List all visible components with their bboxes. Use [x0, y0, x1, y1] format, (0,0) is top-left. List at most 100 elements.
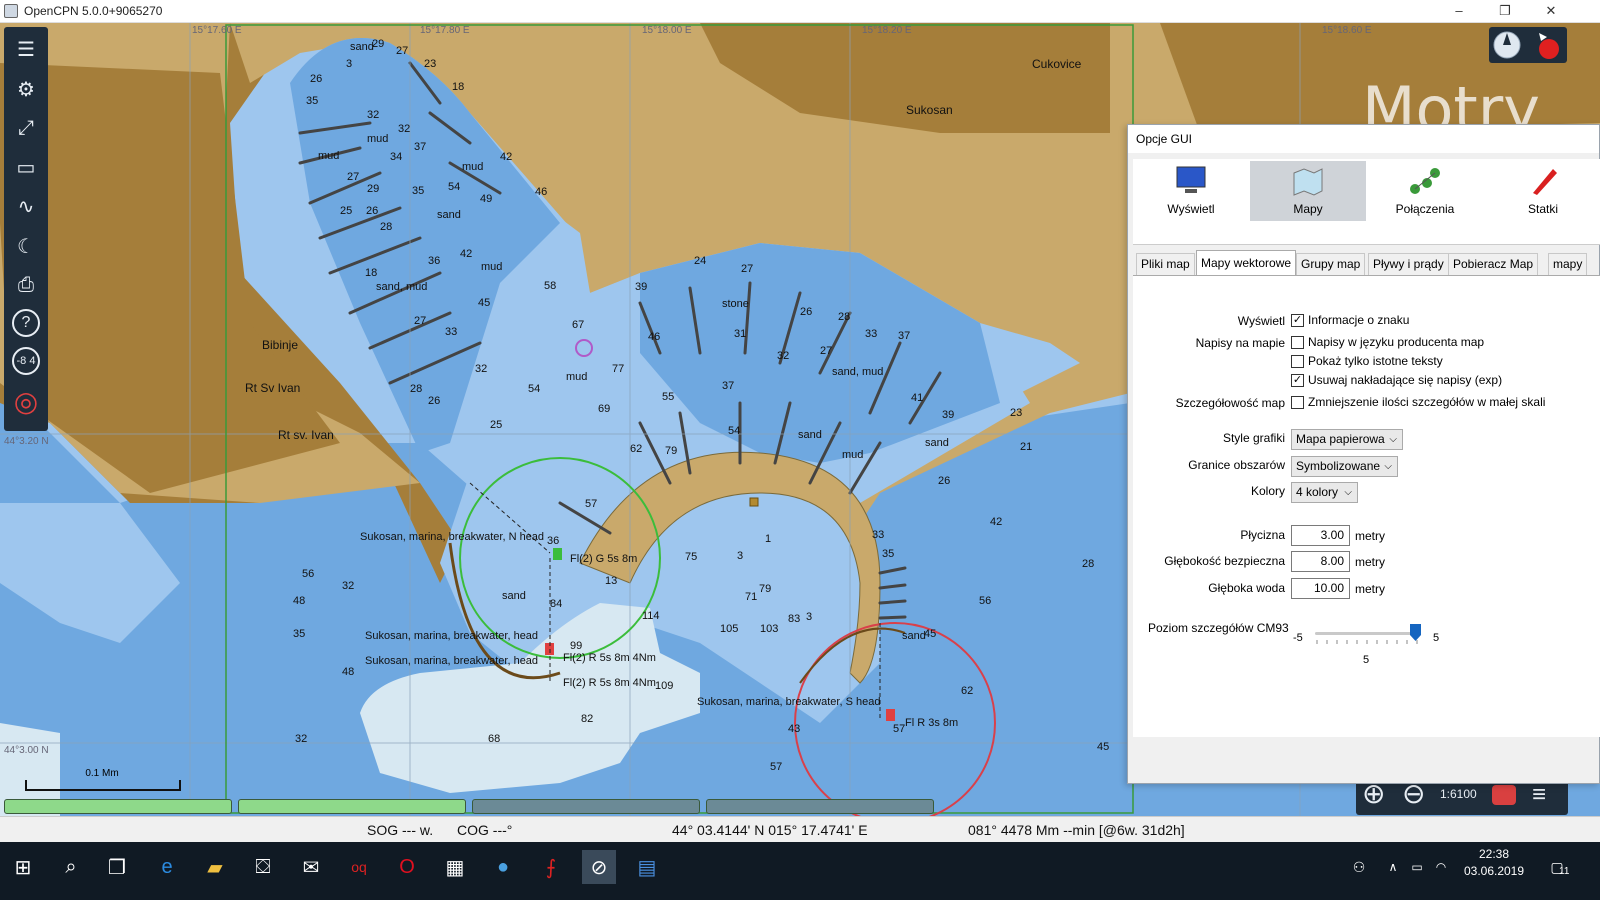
restore-button[interactable]: ❐ — [1482, 0, 1528, 23]
opencpn-taskbar-icon[interactable]: ⊘ — [582, 850, 616, 884]
pdf-icon[interactable]: ⨍ — [534, 850, 568, 884]
depth-sounding: 28 — [838, 311, 851, 323]
lifebuoy-icon[interactable]: ◎ — [10, 385, 42, 417]
cm93-slider-thumb[interactable] — [1410, 624, 1421, 641]
select-value: Symbolizowane — [1296, 459, 1381, 473]
style-select[interactable]: Mapa papierowa ⌵ — [1291, 429, 1403, 450]
opera-icon[interactable]: O — [390, 850, 424, 884]
ais-icon[interactable]: -8 4 — [12, 347, 40, 375]
depth-sounding: 37 — [898, 330, 911, 342]
category-display[interactable]: Wyświetl — [1133, 161, 1249, 221]
tab-tides-currents[interactable]: Pływy i prądy — [1368, 253, 1449, 275]
people-icon[interactable]: ⚇ — [1342, 850, 1376, 884]
map-icon — [1293, 168, 1323, 196]
compass-widget[interactable] — [1489, 27, 1567, 63]
print-icon[interactable]: ⎙ — [10, 269, 42, 301]
task-view-icon[interactable]: ❐ — [100, 850, 134, 884]
deep-water-input[interactable]: 10.00 — [1291, 578, 1350, 599]
category-charts[interactable]: Mapy — [1250, 161, 1366, 221]
chat-app-icon[interactable]: ● — [486, 850, 520, 884]
depth-sounding: 26 — [800, 306, 813, 318]
tab-chart-groups[interactable]: Grupy map — [1296, 253, 1366, 275]
oq-app-icon[interactable]: oq — [342, 850, 376, 884]
depth-sounding: 18 — [365, 267, 378, 279]
colors-select[interactable]: 4 kolory ⌵ — [1291, 482, 1358, 503]
piano-key[interactable] — [238, 799, 466, 814]
depth-sounding: 46 — [535, 186, 548, 198]
track-icon[interactable]: ∿ — [10, 190, 42, 222]
depth-sounding: 25 — [340, 205, 353, 217]
route-icon[interactable]: ⤢ — [10, 112, 42, 144]
tab-chart-files[interactable]: Pliki map — [1136, 253, 1195, 275]
document-icon[interactable]: ▤ — [630, 850, 664, 884]
reduce-detail-checkbox[interactable]: Zmniejszenie ilości szczegółów w małej s… — [1291, 395, 1545, 409]
seabed-label: sand — [437, 209, 461, 221]
shallow-input[interactable]: 3.00 — [1291, 525, 1350, 546]
tab-charts-more[interactable]: mapy — [1548, 253, 1588, 275]
close-button[interactable]: ✕ — [1528, 0, 1574, 23]
depth-sounding: 46 — [648, 331, 661, 343]
monitor-icon — [1176, 166, 1206, 193]
help-icon[interactable]: ? — [12, 309, 40, 337]
safe-depth-input[interactable]: 8.00 — [1291, 551, 1350, 572]
route-manager-icon[interactable]: ▭ — [10, 151, 42, 183]
depth-sounding: 29 — [367, 183, 380, 195]
store-icon[interactable]: ⛋ — [246, 850, 280, 884]
piano-key[interactable] — [706, 799, 934, 814]
scale-readout: 1:6100 — [1440, 787, 1477, 801]
light-name: Sukosan, marina, breakwater, S head — [697, 696, 881, 708]
calculator-icon[interactable]: ▦ — [438, 850, 472, 884]
menu-icon[interactable]: ☰ — [10, 33, 42, 65]
category-ships[interactable]: Statki — [1485, 161, 1600, 221]
windows-start-icon[interactable]: ⊞ — [6, 850, 40, 884]
depth-sounding: 39 — [942, 409, 955, 421]
checkbox-unchecked-icon — [1291, 395, 1304, 409]
tab-vector-charts[interactable]: Mapy wektorowe — [1196, 250, 1297, 275]
checkbox-label: Pokaż tylko istotne teksty — [1308, 354, 1443, 368]
depth-sounding: 33 — [445, 326, 458, 338]
piano-key[interactable] — [472, 799, 700, 814]
depth-sounding: 37 — [414, 141, 427, 153]
edge-icon[interactable]: e — [150, 850, 184, 884]
depth-sounding: mud — [367, 133, 389, 145]
search-icon[interactable]: ⌕ — [54, 850, 88, 884]
mob-icon[interactable] — [1492, 785, 1516, 805]
important-text-checkbox[interactable]: Pokaż tylko istotne teksty — [1291, 354, 1443, 368]
depth-sounding: 58 — [544, 280, 557, 292]
clock[interactable]: 22:38 03.06.2019 — [1462, 846, 1526, 880]
moon-icon[interactable]: ☾ — [10, 230, 42, 262]
manufacturer-labels-checkbox[interactable]: Napisy w języku producenta map — [1291, 335, 1484, 349]
seabed-label: sand — [798, 429, 822, 441]
depth-sounding: 56 — [979, 595, 992, 607]
info-checkbox[interactable]: ✓ Informacje o znaku — [1291, 313, 1409, 327]
depth-sounding: 54 — [728, 425, 741, 437]
minimize-button[interactable]: – — [1436, 0, 1482, 23]
depth-sounding: 3 — [737, 550, 744, 562]
file-explorer-icon[interactable]: ▰ — [198, 850, 232, 884]
clock-date: 03.06.2019 — [1463, 864, 1525, 878]
grid-label-lon: 15°17.80 E — [420, 25, 470, 36]
tab-chart-downloader[interactable]: Pobieracz Map — [1448, 253, 1539, 275]
gui-options-dialog: Opcje GUI Wyświetl Mapy Połączenia Statk… — [1127, 124, 1600, 784]
bounds-select[interactable]: Symbolizowane ⌵ — [1291, 456, 1398, 477]
dialog-title: Opcje GUI — [1128, 125, 1599, 153]
declutter-checkbox[interactable]: ✓ Usuwaj nakładające się napisy (exp) — [1291, 373, 1502, 387]
labels-label: Napisy na mapie — [1195, 336, 1285, 350]
depth-sounding: 77 — [612, 363, 625, 375]
main-toolbar: ☰ ⚙ ⤢ ▭ ∿ ☾ ⎙ ? -8 4 ◎ — [4, 27, 48, 431]
mail-icon[interactable]: ✉ — [294, 850, 328, 884]
depth-sounding: 31 — [734, 328, 747, 340]
hamburger-icon[interactable]: ≡ — [1532, 781, 1546, 809]
depth-sounding: 103 — [760, 623, 779, 635]
grid-label-lon: 15°17.60 E — [192, 25, 242, 36]
checkbox-label: Zmniejszenie ilości szczegółów w małej s… — [1308, 395, 1546, 409]
piano-key[interactable] — [4, 799, 232, 814]
depth-sounding: 71 — [745, 591, 758, 603]
slider-ticks-icon — [1316, 640, 1418, 644]
cm93-slider-track[interactable] — [1315, 632, 1419, 635]
category-connections[interactable]: Połączenia — [1367, 161, 1483, 221]
gear-icon[interactable]: ⚙ — [10, 73, 42, 105]
depth-sounding: 35 — [293, 628, 306, 640]
depth-sounding: 36 — [428, 255, 441, 267]
wifi-icon[interactable]: ◠ — [1424, 850, 1458, 884]
